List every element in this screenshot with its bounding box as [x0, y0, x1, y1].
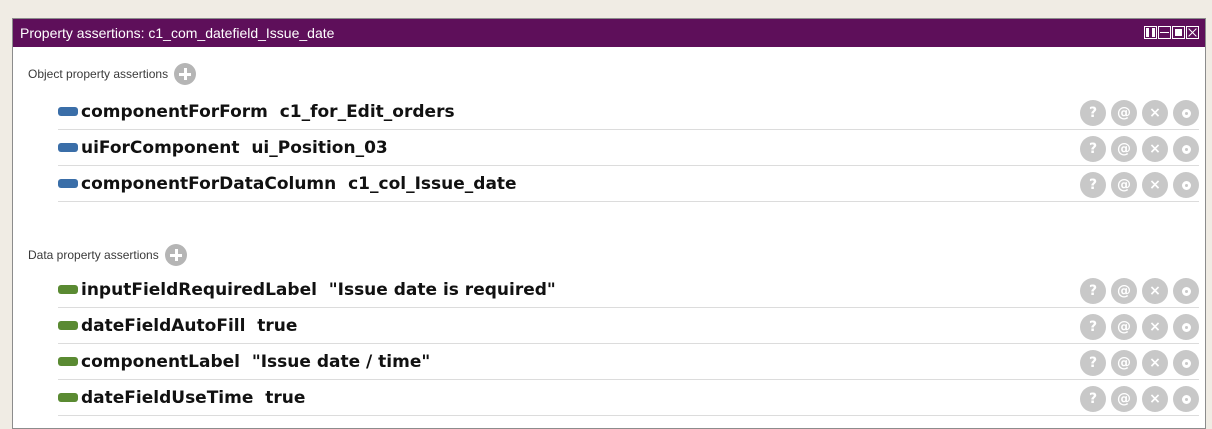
- object-property-assertions-label: Object property assertions: [28, 67, 169, 81]
- annotate-button[interactable]: @: [1111, 172, 1137, 198]
- object-property-icon: [58, 179, 78, 188]
- help-button[interactable]: ?: [1080, 386, 1106, 412]
- assertion-text: componentForForm c1_for_Edit_orders: [81, 101, 455, 122]
- edit-button[interactable]: [1173, 278, 1199, 304]
- edit-button[interactable]: [1173, 136, 1199, 162]
- data-property-icon: [58, 393, 78, 402]
- add-object-property-button[interactable]: [174, 63, 197, 85]
- data-property-assertions-header: Data property assertions: [28, 244, 187, 266]
- row-actions: ? @ ×: [1080, 100, 1199, 126]
- delete-button[interactable]: ×: [1142, 278, 1168, 304]
- annotate-button[interactable]: @: [1111, 100, 1137, 126]
- split-view-icon[interactable]: [1144, 26, 1157, 39]
- data-assertion-row[interactable]: dateFieldAutoFill true ? @ ×: [58, 308, 1199, 344]
- help-button[interactable]: ?: [1080, 172, 1106, 198]
- assertion-text: componentLabel "Issue date / time": [81, 351, 431, 372]
- delete-button[interactable]: ×: [1142, 136, 1168, 162]
- object-assertion-row[interactable]: componentForForm c1_for_Edit_orders ? @ …: [58, 94, 1199, 130]
- close-icon[interactable]: [1186, 26, 1199, 39]
- edit-button[interactable]: [1173, 386, 1199, 412]
- panel-title: Property assertions: c1_com_datefield_Is…: [20, 25, 335, 41]
- edit-button[interactable]: [1173, 100, 1199, 126]
- help-button[interactable]: ?: [1080, 136, 1106, 162]
- row-actions: ? @ ×: [1080, 386, 1199, 412]
- delete-button[interactable]: ×: [1142, 172, 1168, 198]
- help-button[interactable]: ?: [1080, 350, 1106, 376]
- assertion-text: componentForDataColumn c1_col_Issue_date: [81, 173, 517, 194]
- window-background: Property assertions: c1_com_datefield_Is…: [0, 0, 1212, 429]
- row-actions: ? @ ×: [1080, 278, 1199, 304]
- data-assertion-row[interactable]: dateFieldUseTime true ? @ ×: [58, 380, 1199, 416]
- row-actions: ? @ ×: [1080, 314, 1199, 340]
- annotate-button[interactable]: @: [1111, 314, 1137, 340]
- object-assertion-row[interactable]: componentForDataColumn c1_col_Issue_date…: [58, 166, 1199, 202]
- annotate-button[interactable]: @: [1111, 136, 1137, 162]
- window-controls: [1144, 26, 1199, 39]
- edit-button[interactable]: [1173, 314, 1199, 340]
- assertion-text: uiForComponent ui_Position_03: [81, 137, 388, 158]
- edit-button[interactable]: [1173, 350, 1199, 376]
- edit-button[interactable]: [1173, 172, 1199, 198]
- property-assertions-panel: Property assertions: c1_com_datefield_Is…: [12, 18, 1206, 429]
- data-assertion-row[interactable]: inputFieldRequiredLabel "Issue date is r…: [58, 272, 1199, 308]
- assertion-text: inputFieldRequiredLabel "Issue date is r…: [81, 279, 556, 300]
- delete-button[interactable]: ×: [1142, 350, 1168, 376]
- object-property-icon: [58, 143, 78, 152]
- delete-button[interactable]: ×: [1142, 386, 1168, 412]
- object-property-icon: [58, 107, 78, 116]
- data-property-icon: [58, 285, 78, 294]
- panel-titlebar: Property assertions: c1_com_datefield_Is…: [13, 19, 1205, 47]
- help-button[interactable]: ?: [1080, 278, 1106, 304]
- row-actions: ? @ ×: [1080, 350, 1199, 376]
- data-assertion-row[interactable]: componentLabel "Issue date / time" ? @ ×: [58, 344, 1199, 380]
- object-property-assertions-header: Object property assertions: [28, 63, 197, 85]
- data-property-icon: [58, 321, 78, 330]
- assertion-text: dateFieldAutoFill true: [81, 315, 298, 336]
- object-assertion-row[interactable]: uiForComponent ui_Position_03 ? @ ×: [58, 130, 1199, 166]
- annotate-button[interactable]: @: [1111, 350, 1137, 376]
- add-data-property-button[interactable]: [164, 244, 187, 266]
- assertion-text: dateFieldUseTime true: [81, 387, 306, 408]
- delete-button[interactable]: ×: [1142, 100, 1168, 126]
- help-button[interactable]: ?: [1080, 100, 1106, 126]
- data-property-icon: [58, 357, 78, 366]
- maximize-icon[interactable]: [1172, 26, 1185, 39]
- help-button[interactable]: ?: [1080, 314, 1106, 340]
- row-actions: ? @ ×: [1080, 172, 1199, 198]
- data-property-assertions-label: Data property assertions: [28, 248, 159, 262]
- minimize-icon[interactable]: [1158, 26, 1171, 39]
- annotate-button[interactable]: @: [1111, 278, 1137, 304]
- row-actions: ? @ ×: [1080, 136, 1199, 162]
- delete-button[interactable]: ×: [1142, 314, 1168, 340]
- annotate-button[interactable]: @: [1111, 386, 1137, 412]
